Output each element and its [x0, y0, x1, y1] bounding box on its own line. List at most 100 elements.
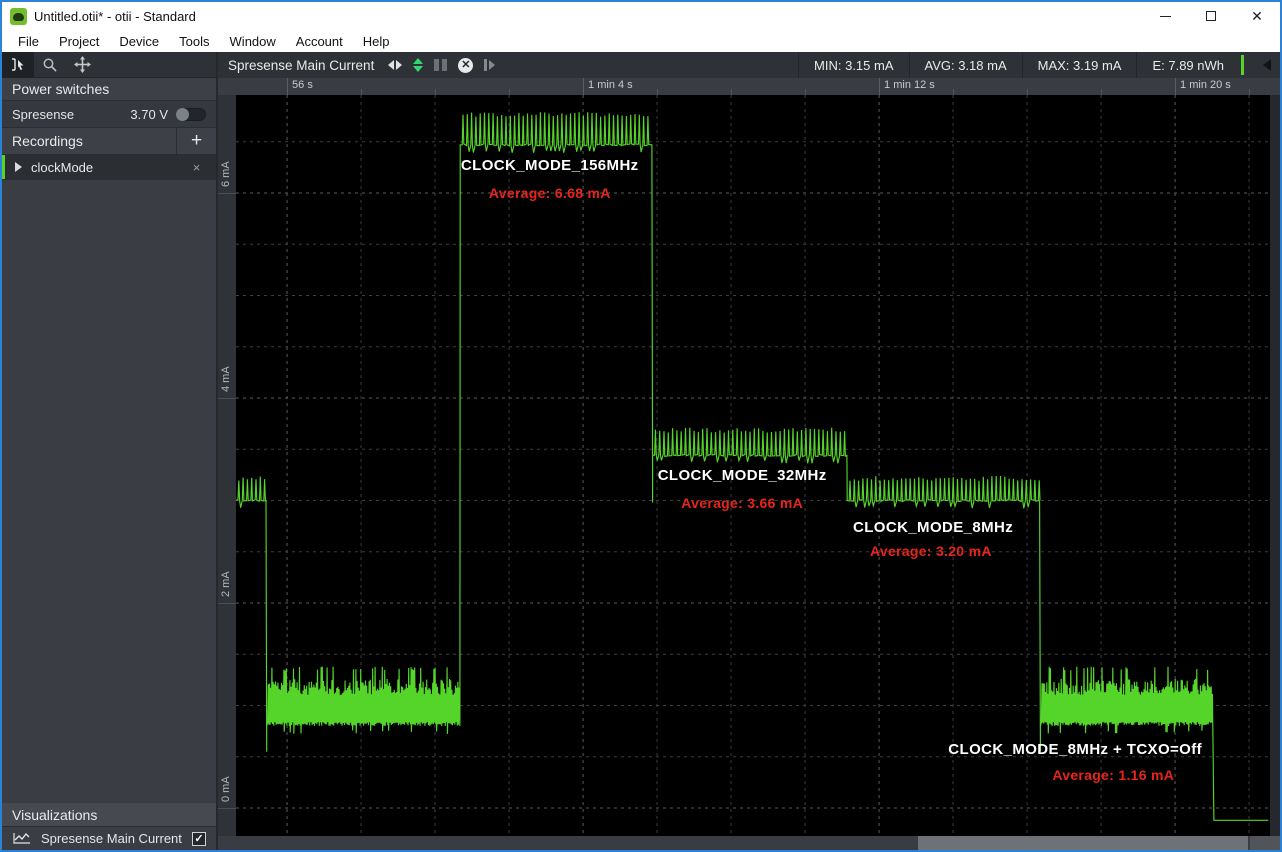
time-ruler[interactable]: 56 s 1 min 4 s 1 min 12 s 1 min 20 s — [218, 78, 1280, 95]
chart-body: 0 mA 2 mA 4 mA 6 mA CLOCK_MODE_156MHz Averag… — [218, 95, 1280, 836]
annotation-label: CLOCK_MODE_8MHz — [853, 519, 1013, 536]
stat-min: MIN: 3.15 mA — [798, 52, 908, 78]
pan-tool-button[interactable] — [66, 52, 98, 77]
chart-tools: ✕ — [388, 58, 495, 73]
window-title: Untitled.otii* - otii - Standard — [34, 9, 196, 24]
autoscale-vertical-icon[interactable] — [413, 58, 423, 72]
x-major-tick — [583, 78, 584, 95]
pause-icon[interactable] — [434, 59, 447, 71]
menu-bar: File Project Device Tools Window Account… — [2, 30, 1280, 52]
annotation-average: Average: 3.66 mA — [681, 495, 803, 511]
title-bar: Untitled.otii* - otii - Standard ✕ — [2, 2, 1280, 30]
visualizations-header: Visualizations — [2, 803, 216, 827]
visualization-name: Spresense Main Current — [41, 831, 182, 846]
power-switches-title: Power switches — [12, 81, 109, 97]
power-switch-name: Spresense — [12, 107, 74, 122]
x-tick-label: 1 min 20 s — [1180, 79, 1231, 91]
menu-file[interactable]: File — [8, 30, 49, 52]
visualizations-title: Visualizations — [12, 807, 97, 823]
collapse-panel-icon — [1263, 59, 1271, 71]
maximize-button[interactable] — [1188, 2, 1234, 30]
scrollbar-thumb[interactable] — [918, 836, 1248, 850]
x-major-tick — [879, 78, 880, 95]
chart-column: Spresense Main Current ✕ MIN: 3.15 mA AV… — [218, 52, 1280, 850]
x-major-tick — [287, 78, 288, 95]
y-major-tick — [218, 603, 236, 604]
stat-avg: AVG: 3.18 mA — [909, 52, 1022, 78]
menu-tools[interactable]: Tools — [169, 30, 219, 52]
menu-account[interactable]: Account — [286, 30, 353, 52]
expand-icon[interactable] — [15, 162, 22, 172]
close-icon: ✕ — [1251, 9, 1263, 23]
stat-energy: E: 7.89 nWh — [1136, 52, 1239, 78]
y-major-tick — [218, 398, 236, 399]
select-tool-button[interactable] — [2, 52, 34, 77]
recordings-title: Recordings — [12, 133, 83, 149]
sidebar: Power switches Spresense 3.70 V Recordin… — [2, 52, 218, 850]
x-tick-label: 56 s — [292, 79, 313, 91]
visualization-checkbox[interactable]: ✓ — [192, 832, 206, 846]
x-tick-label: 1 min 12 s — [884, 79, 935, 91]
close-button[interactable]: ✕ — [1234, 2, 1280, 30]
recordings-header: Recordings + — [2, 128, 216, 155]
annotation-average: Average: 3.20 mA — [870, 543, 992, 559]
menu-help[interactable]: Help — [353, 30, 400, 52]
main-area: Power switches Spresense 3.70 V Recordin… — [2, 52, 1280, 850]
recording-item-clockmode[interactable]: clockMode × — [2, 155, 216, 180]
chart-stats: MIN: 3.15 mA AVG: 3.18 mA MAX: 3.19 mA E… — [798, 52, 1280, 78]
y-tick-label: 0 mA — [220, 762, 232, 802]
line-chart-icon — [12, 832, 31, 845]
sidebar-spacer — [2, 180, 216, 803]
menu-device[interactable]: Device — [109, 30, 169, 52]
channel-accent-bar — [1241, 55, 1244, 75]
y-major-tick — [218, 808, 236, 809]
y-tick-label: 4 mA — [220, 352, 232, 392]
app-icon — [10, 8, 27, 25]
pan-tool-icon — [74, 56, 91, 73]
menu-window[interactable]: Window — [220, 30, 286, 52]
y-tick-label: 6 mA — [220, 147, 232, 187]
chart-header: Spresense Main Current ✕ MIN: 3.15 mA AV… — [218, 52, 1280, 78]
minimize-icon — [1160, 16, 1171, 17]
menu-project[interactable]: Project — [49, 30, 109, 52]
annotation-label: CLOCK_MODE_156MHz — [461, 157, 639, 174]
annotation-average: Average: 1.16 mA — [1052, 767, 1174, 783]
recording-name: clockMode — [31, 160, 93, 175]
recording-active-accent — [2, 155, 5, 179]
chart-title: Spresense Main Current — [228, 58, 374, 73]
plot-area[interactable]: CLOCK_MODE_156MHz Average: 6.68 mA CLOCK_M… — [236, 95, 1270, 836]
annotation-label: CLOCK_MODE_32MHz — [658, 467, 827, 484]
waveform-svg — [236, 95, 1270, 836]
power-toggle-knob — [176, 108, 189, 121]
zoom-tool-button[interactable] — [34, 52, 66, 77]
x-tick-label: 1 min 4 s — [588, 79, 633, 91]
minimize-button[interactable] — [1142, 2, 1188, 30]
power-switch-voltage: 3.70 V — [130, 107, 168, 122]
y-major-tick — [218, 193, 236, 194]
clear-icon[interactable]: ✕ — [458, 58, 473, 73]
y-axis[interactable]: 0 mA 2 mA 4 mA 6 mA — [218, 95, 236, 836]
app-window: Untitled.otii* - otii - Standard ✕ File … — [0, 0, 1282, 852]
window-controls: ✕ — [1142, 2, 1280, 30]
zoom-tool-icon — [42, 57, 58, 73]
stat-max: MAX: 3.19 mA — [1022, 52, 1137, 78]
pan-horizontal-icon[interactable] — [388, 60, 402, 70]
horizontal-scrollbar[interactable] — [218, 836, 1280, 850]
power-switch-row: Spresense 3.70 V — [2, 101, 216, 128]
y-tick-label: 2 mA — [220, 557, 232, 597]
annotation-average: Average: 6.68 mA — [489, 185, 611, 201]
power-toggle[interactable] — [176, 108, 206, 121]
x-major-tick — [1175, 78, 1176, 95]
remove-recording-button[interactable]: × — [176, 155, 216, 179]
step-icon[interactable] — [484, 59, 495, 71]
collapse-panel-button[interactable] — [1254, 52, 1280, 78]
tool-bar — [2, 52, 216, 78]
plot-right-margin — [1270, 95, 1280, 836]
scrollbar-end-piece — [1250, 836, 1280, 850]
annotation-label: CLOCK_MODE_8MHz + TCXO=Off — [948, 741, 1202, 758]
select-tool-icon — [10, 57, 26, 72]
add-recording-button[interactable]: + — [176, 128, 216, 154]
maximize-icon — [1206, 11, 1216, 21]
power-switches-header: Power switches — [2, 78, 216, 101]
visualization-item[interactable]: Spresense Main Current ✓ — [2, 827, 216, 850]
